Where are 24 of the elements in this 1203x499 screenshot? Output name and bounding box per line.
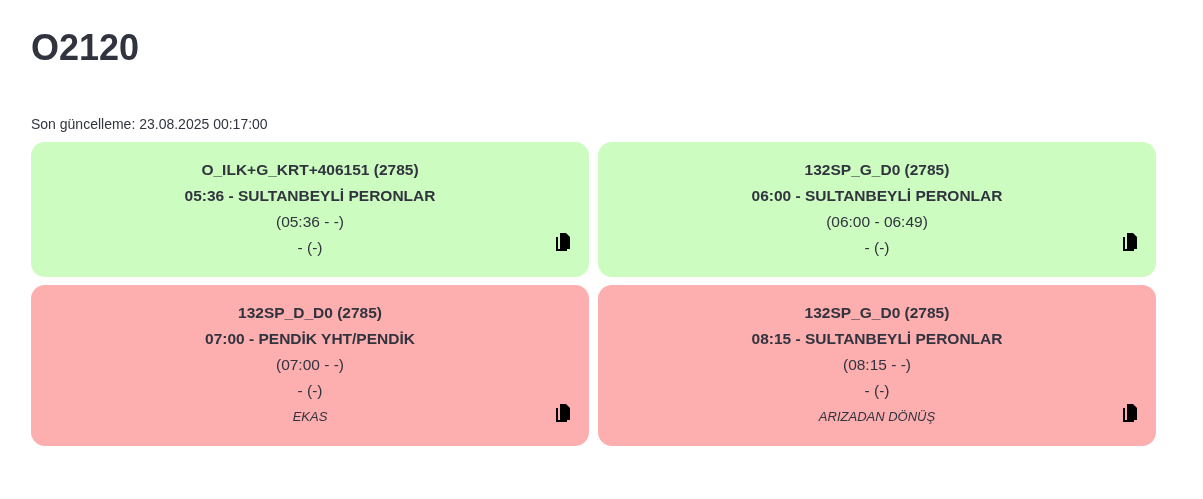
trip-times: (08:15 - -) [842,355,912,375]
trip-times: (05:36 - -) [275,212,345,232]
trip-code: 132SP_G_D0 (2785) [804,160,950,180]
trip-extra: - (-) [297,381,323,401]
page-title: O2120 [31,26,141,70]
trip-route: 07:00 - PENDİK YHT/PENDİK [205,329,415,349]
copy-icon[interactable] [1122,404,1138,422]
copy-icon[interactable] [1122,233,1138,251]
trip-route: 06:00 - SULTANBEYLİ PERONLAR [751,186,1003,206]
trip-code: 132SP_D_D0 (2785) [238,303,382,323]
trip-extra: - (-) [864,238,890,258]
trip-code: O_ILK+G_KRT+406151 (2785) [201,160,419,180]
copy-icon[interactable] [555,233,571,251]
trip-route: 05:36 - SULTANBEYLİ PERONLAR [184,186,436,206]
last-update-text: Son güncelleme: 23.08.2025 00:17:00 [31,116,269,132]
copy-icon[interactable] [555,404,571,422]
trip-times: (06:00 - 06:49) [826,212,928,232]
trip-extra: - (-) [297,238,323,258]
trip-code: 132SP_G_D0 (2785) [804,303,950,323]
trip-route: 08:15 - SULTANBEYLİ PERONLAR [751,329,1003,349]
trip-note: EKAS [292,408,328,426]
trip-times: (07:00 - -) [275,355,345,375]
trip-note: ARIZADAN DÖNÜŞ [818,408,936,426]
trip-extra: - (-) [864,381,890,401]
